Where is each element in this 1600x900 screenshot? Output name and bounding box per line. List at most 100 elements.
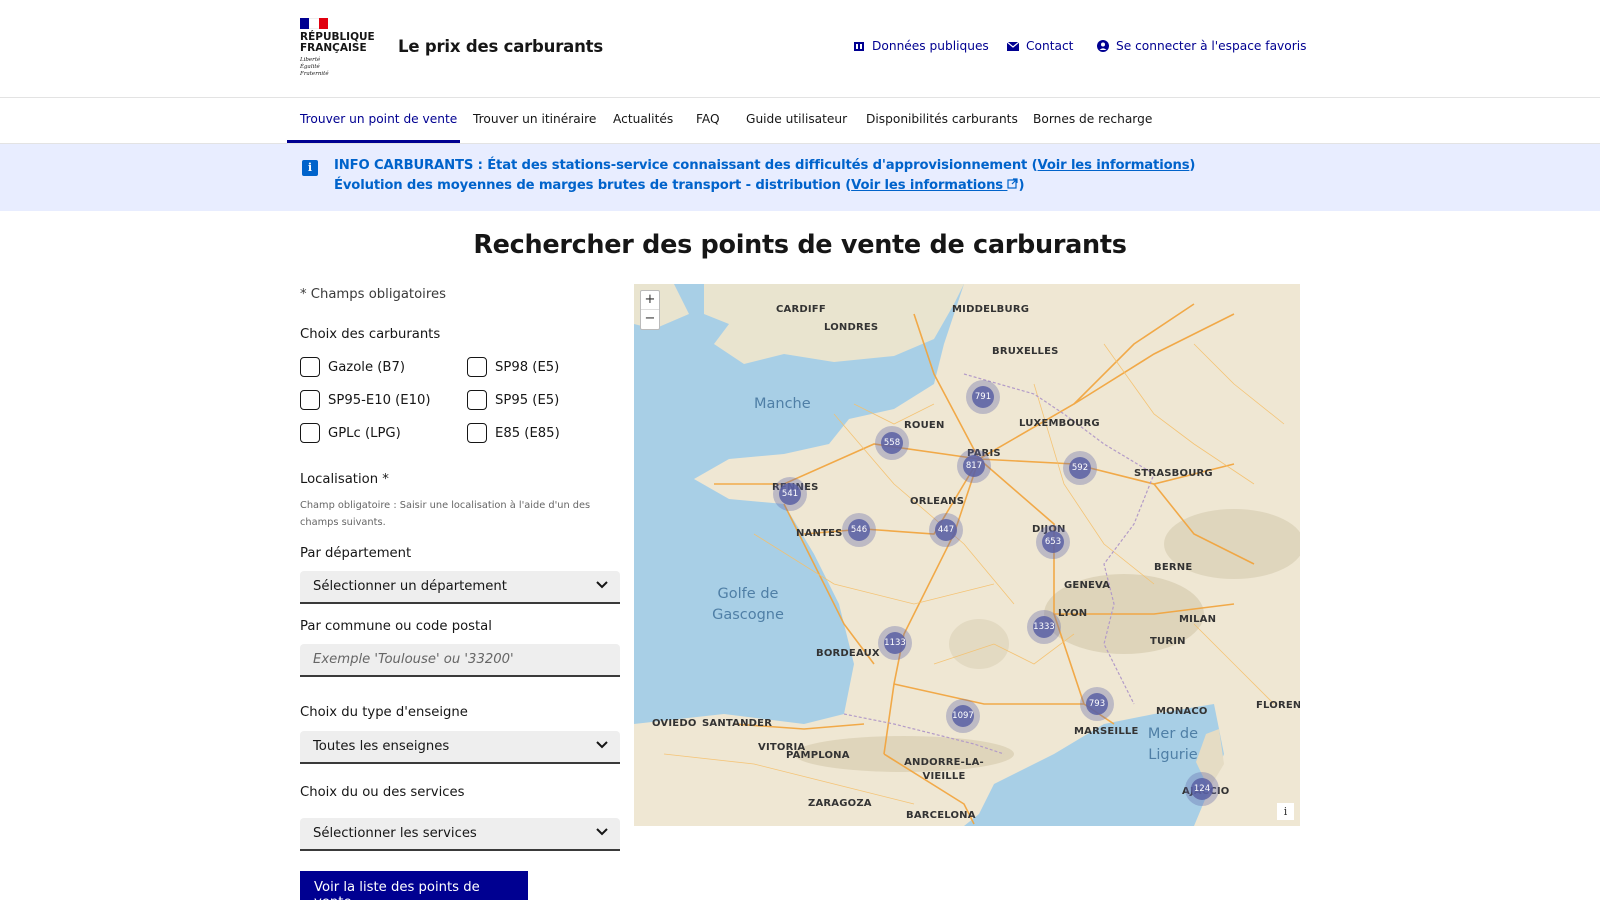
notice-line-1-link[interactable]: Voir les informations	[1038, 158, 1190, 173]
station-cluster[interactable]: 447	[929, 513, 963, 547]
required-note: * Champs obligatoires	[300, 287, 446, 302]
connexion-link[interactable]: Se connecter à l'espace favoris	[1097, 39, 1306, 53]
nav-trouver-itineraire[interactable]: Trouver un itinéraire	[473, 112, 596, 126]
departement-value: Sélectionner un département	[313, 579, 507, 594]
chevron-down-icon	[596, 581, 608, 589]
nav-disponibilites-carburants[interactable]: Disponibilités carburants	[866, 112, 1018, 126]
station-cluster[interactable]: 1133	[878, 626, 912, 660]
city-label: VITORIA	[758, 742, 806, 753]
checkbox-box[interactable]	[467, 390, 487, 410]
city-label: MONACO	[1156, 706, 1208, 717]
checkbox-box[interactable]	[467, 423, 487, 443]
checkbox-box[interactable]	[300, 390, 320, 410]
nav-bornes-de-recharge[interactable]: Bornes de recharge	[1033, 112, 1152, 126]
city-label: STRASBOURG	[1134, 468, 1213, 479]
site-header: RÉPUBLIQUE FRANÇAISE Liberté Égalité Fra…	[0, 0, 1600, 98]
info-icon: i	[302, 160, 318, 176]
checkbox-box[interactable]	[467, 357, 487, 377]
station-cluster[interactable]: 817	[957, 449, 991, 483]
mail-icon	[1007, 41, 1019, 51]
city-label: BERNE	[1154, 562, 1193, 573]
donnees-publiques-link[interactable]: Données publiques	[853, 39, 989, 53]
city-label: LYON	[1058, 608, 1088, 619]
localisation-hint: Champ obligatoire : Saisir une localisat…	[300, 500, 591, 528]
station-cluster[interactable]: 592	[1063, 451, 1097, 485]
station-cluster[interactable]: 541	[773, 477, 807, 511]
checkbox-box[interactable]	[300, 357, 320, 377]
sea-label-manche: Manche	[754, 396, 811, 412]
station-cluster[interactable]: 124	[1185, 772, 1219, 806]
city-label: BRUXELLES	[992, 346, 1059, 357]
fuel-checkbox-sp95[interactable]: SP95 (E5)	[467, 390, 559, 410]
city-label: NANTES	[796, 528, 843, 539]
cluster-count: 791	[972, 386, 994, 408]
cluster-count: 817	[963, 455, 985, 477]
notice-line-1: INFO CARBURANTS : État des stations-serv…	[334, 158, 1195, 173]
account-icon	[1097, 40, 1109, 52]
sea-label-gascogne: Golfe de Gascogne	[712, 586, 784, 623]
main-navigation: Trouver un point de vente Trouver un iti…	[0, 99, 1600, 144]
sea-label-ligurie: Mer de Ligurie	[1147, 726, 1199, 763]
commune-field[interactable]	[313, 652, 607, 667]
city-label: BARCELONA	[906, 810, 976, 821]
station-cluster[interactable]: 546	[842, 513, 876, 547]
cluster-count: 653	[1042, 531, 1064, 553]
republique-francaise-logo[interactable]: RÉPUBLIQUE FRANÇAISE Liberté Égalité Fra…	[300, 18, 375, 78]
enseigne-select[interactable]: Toutes les enseignes	[300, 731, 620, 764]
commune-label: Par commune ou code postal	[300, 619, 492, 634]
nav-guide-utilisateur[interactable]: Guide utilisateur	[746, 112, 847, 126]
enseigne-value: Toutes les enseignes	[313, 739, 450, 754]
services-select[interactable]: Sélectionner les services	[300, 818, 620, 851]
french-flag-icon	[300, 18, 328, 29]
contact-link[interactable]: Contact	[1007, 39, 1073, 53]
zoom-control: + −	[640, 290, 660, 330]
notice-line-2-text: Évolution des moyennes de marges brutes …	[334, 178, 852, 193]
info-banner: i INFO CARBURANTS : État des stations-se…	[0, 144, 1600, 211]
station-cluster[interactable]: 653	[1036, 525, 1070, 559]
notice-line-1-end: )	[1189, 158, 1196, 173]
map-view[interactable]: + − Manche Golfe de Gascogne Mer de Ligu…	[634, 284, 1300, 826]
city-label: ANDORRE-LA-VIEILLE	[904, 757, 984, 782]
services-value: Sélectionner les services	[313, 826, 477, 841]
nav-faq[interactable]: FAQ	[696, 112, 720, 126]
departement-label: Par département	[300, 546, 412, 561]
city-label: MARSEILLE	[1074, 726, 1139, 737]
fuel-label: E85 (E85)	[495, 425, 560, 441]
station-cluster[interactable]: 558	[875, 426, 909, 460]
commune-input[interactable]	[300, 644, 620, 677]
station-cluster[interactable]: 1097	[946, 699, 980, 733]
fuel-checkbox-sp95-e10[interactable]: SP95-E10 (E10)	[300, 390, 431, 410]
external-link-icon	[1007, 178, 1019, 189]
zoom-out-button[interactable]: −	[641, 310, 659, 329]
city-label: TURIN	[1150, 636, 1186, 647]
nav-trouver-point-de-vente[interactable]: Trouver un point de vente	[300, 112, 457, 126]
city-label: OVIEDO	[652, 718, 697, 729]
cluster-count: 558	[881, 432, 903, 454]
zoom-in-button[interactable]: +	[641, 291, 659, 310]
station-cluster[interactable]: 791	[966, 380, 1000, 414]
cluster-count: 1133	[884, 632, 906, 654]
fuel-label: SP95 (E5)	[495, 392, 560, 408]
map-info-button[interactable]: i	[1277, 803, 1294, 820]
devise: Liberté Égalité Fraternité	[300, 57, 370, 78]
notice-line-2-link-text: Voir les informations	[851, 178, 1004, 193]
city-label: LUXEMBOURG	[1019, 418, 1100, 429]
station-cluster[interactable]: 793	[1080, 687, 1114, 721]
fuel-heading: Choix des carburants	[300, 327, 441, 342]
cluster-count: 447	[935, 519, 957, 541]
fuel-checkbox-gplc[interactable]: GPLc (LPG)	[300, 423, 401, 443]
cluster-count: 1097	[952, 705, 974, 727]
site-title[interactable]: Le prix des carburants	[398, 37, 603, 56]
departement-select[interactable]: Sélectionner un département	[300, 571, 620, 604]
submit-button[interactable]: Voir la liste des points de vente	[300, 871, 528, 900]
notice-line-2-link[interactable]: Voir les informations	[851, 178, 1019, 193]
station-cluster[interactable]: 1333	[1027, 610, 1061, 644]
checkbox-box[interactable]	[300, 423, 320, 443]
fuel-checkbox-gazole[interactable]: Gazole (B7)	[300, 357, 405, 377]
cluster-count: 541	[779, 483, 801, 505]
page-title: Rechercher des points de vente de carbur…	[473, 230, 1127, 260]
donnees-publiques-label: Données publiques	[872, 39, 989, 53]
nav-actualites[interactable]: Actualités	[613, 112, 673, 126]
fuel-checkbox-sp98[interactable]: SP98 (E5)	[467, 357, 559, 377]
fuel-checkbox-e85[interactable]: E85 (E85)	[467, 423, 560, 443]
